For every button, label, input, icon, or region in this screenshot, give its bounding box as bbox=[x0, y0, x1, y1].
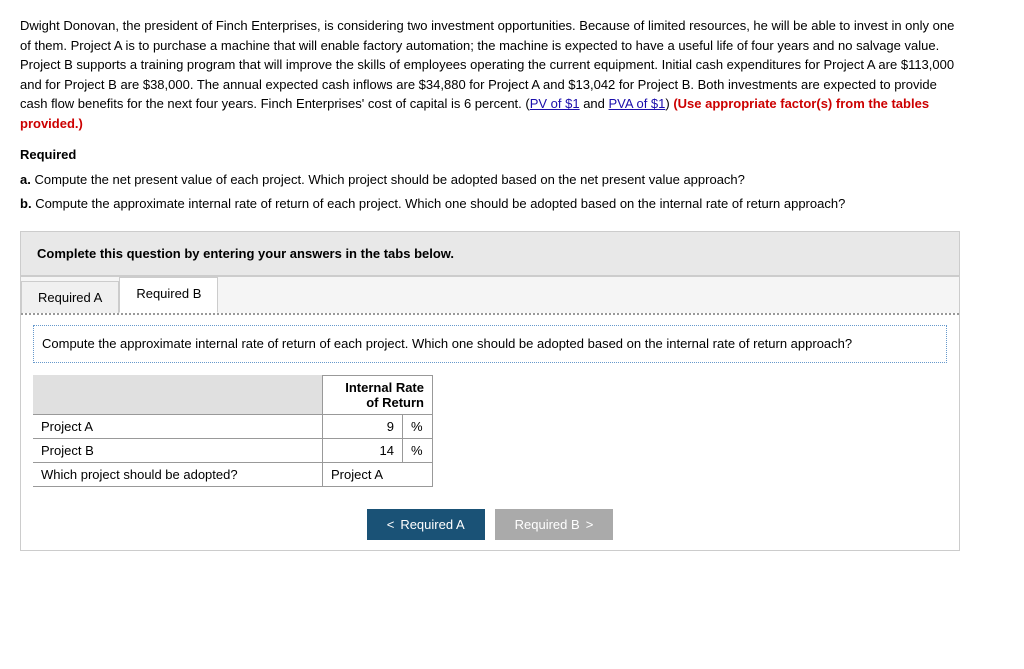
part-a-text: Compute the net present value of each pr… bbox=[34, 172, 744, 187]
complete-box: Complete this question by entering your … bbox=[20, 231, 960, 276]
next-label: Required B bbox=[515, 517, 580, 532]
nav-buttons: < Required A Required B > bbox=[21, 497, 959, 550]
table-row: Which project should be adopted?Project … bbox=[33, 462, 433, 486]
tab-b-description: Compute the approximate internal rate of… bbox=[33, 325, 947, 363]
row-label-1: Project B bbox=[33, 438, 323, 462]
irr-table: Internal Rate of Return Project A9%Proje… bbox=[33, 375, 433, 487]
prev-label: Required A bbox=[400, 517, 464, 532]
prev-icon: < bbox=[387, 517, 395, 532]
next-button[interactable]: Required B > bbox=[495, 509, 614, 540]
part-a-label: a. bbox=[20, 172, 31, 187]
pv-link[interactable]: PV of $1 bbox=[530, 96, 580, 111]
row-label-0: Project A bbox=[33, 414, 323, 438]
tab-b-content: Compute the approximate internal rate of… bbox=[21, 313, 959, 497]
row-adopted-value[interactable]: Project A bbox=[323, 462, 433, 486]
required-heading: Required bbox=[20, 147, 960, 162]
tab-required-b[interactable]: Required B bbox=[119, 277, 218, 313]
main-container: Dwight Donovan, the president of Finch E… bbox=[0, 0, 980, 567]
row-unit-1: % bbox=[403, 438, 433, 462]
row-unit-0: % bbox=[403, 414, 433, 438]
part-b-label: b. bbox=[20, 196, 32, 211]
tabs-container: Required A Required B Compute the approx… bbox=[20, 276, 960, 551]
prev-button[interactable]: < Required A bbox=[367, 509, 485, 540]
complete-box-text: Complete this question by entering your … bbox=[37, 246, 454, 261]
row-value-1[interactable]: 14 bbox=[323, 438, 403, 462]
part-a: a. Compute the net present value of each… bbox=[20, 170, 960, 190]
next-icon: > bbox=[586, 517, 594, 532]
tab-bar: Required A Required B bbox=[21, 276, 959, 313]
part-b-text: Compute the approximate internal rate of… bbox=[35, 196, 845, 211]
problem-text: Dwight Donovan, the president of Finch E… bbox=[20, 16, 960, 133]
part-b: b. Compute the approximate internal rate… bbox=[20, 194, 960, 214]
table-irr-header: Internal Rate of Return bbox=[323, 375, 433, 414]
table-empty-header bbox=[33, 375, 323, 414]
tab-required-a[interactable]: Required A bbox=[21, 281, 119, 313]
row-value-0[interactable]: 9 bbox=[323, 414, 403, 438]
table-row: Project B14% bbox=[33, 438, 433, 462]
pva-link[interactable]: PVA of $1 bbox=[609, 96, 666, 111]
table-row: Project A9% bbox=[33, 414, 433, 438]
row-label-2: Which project should be adopted? bbox=[33, 462, 323, 486]
problem-text-2: and bbox=[580, 96, 609, 111]
requirements-list: a. Compute the net present value of each… bbox=[20, 170, 960, 213]
